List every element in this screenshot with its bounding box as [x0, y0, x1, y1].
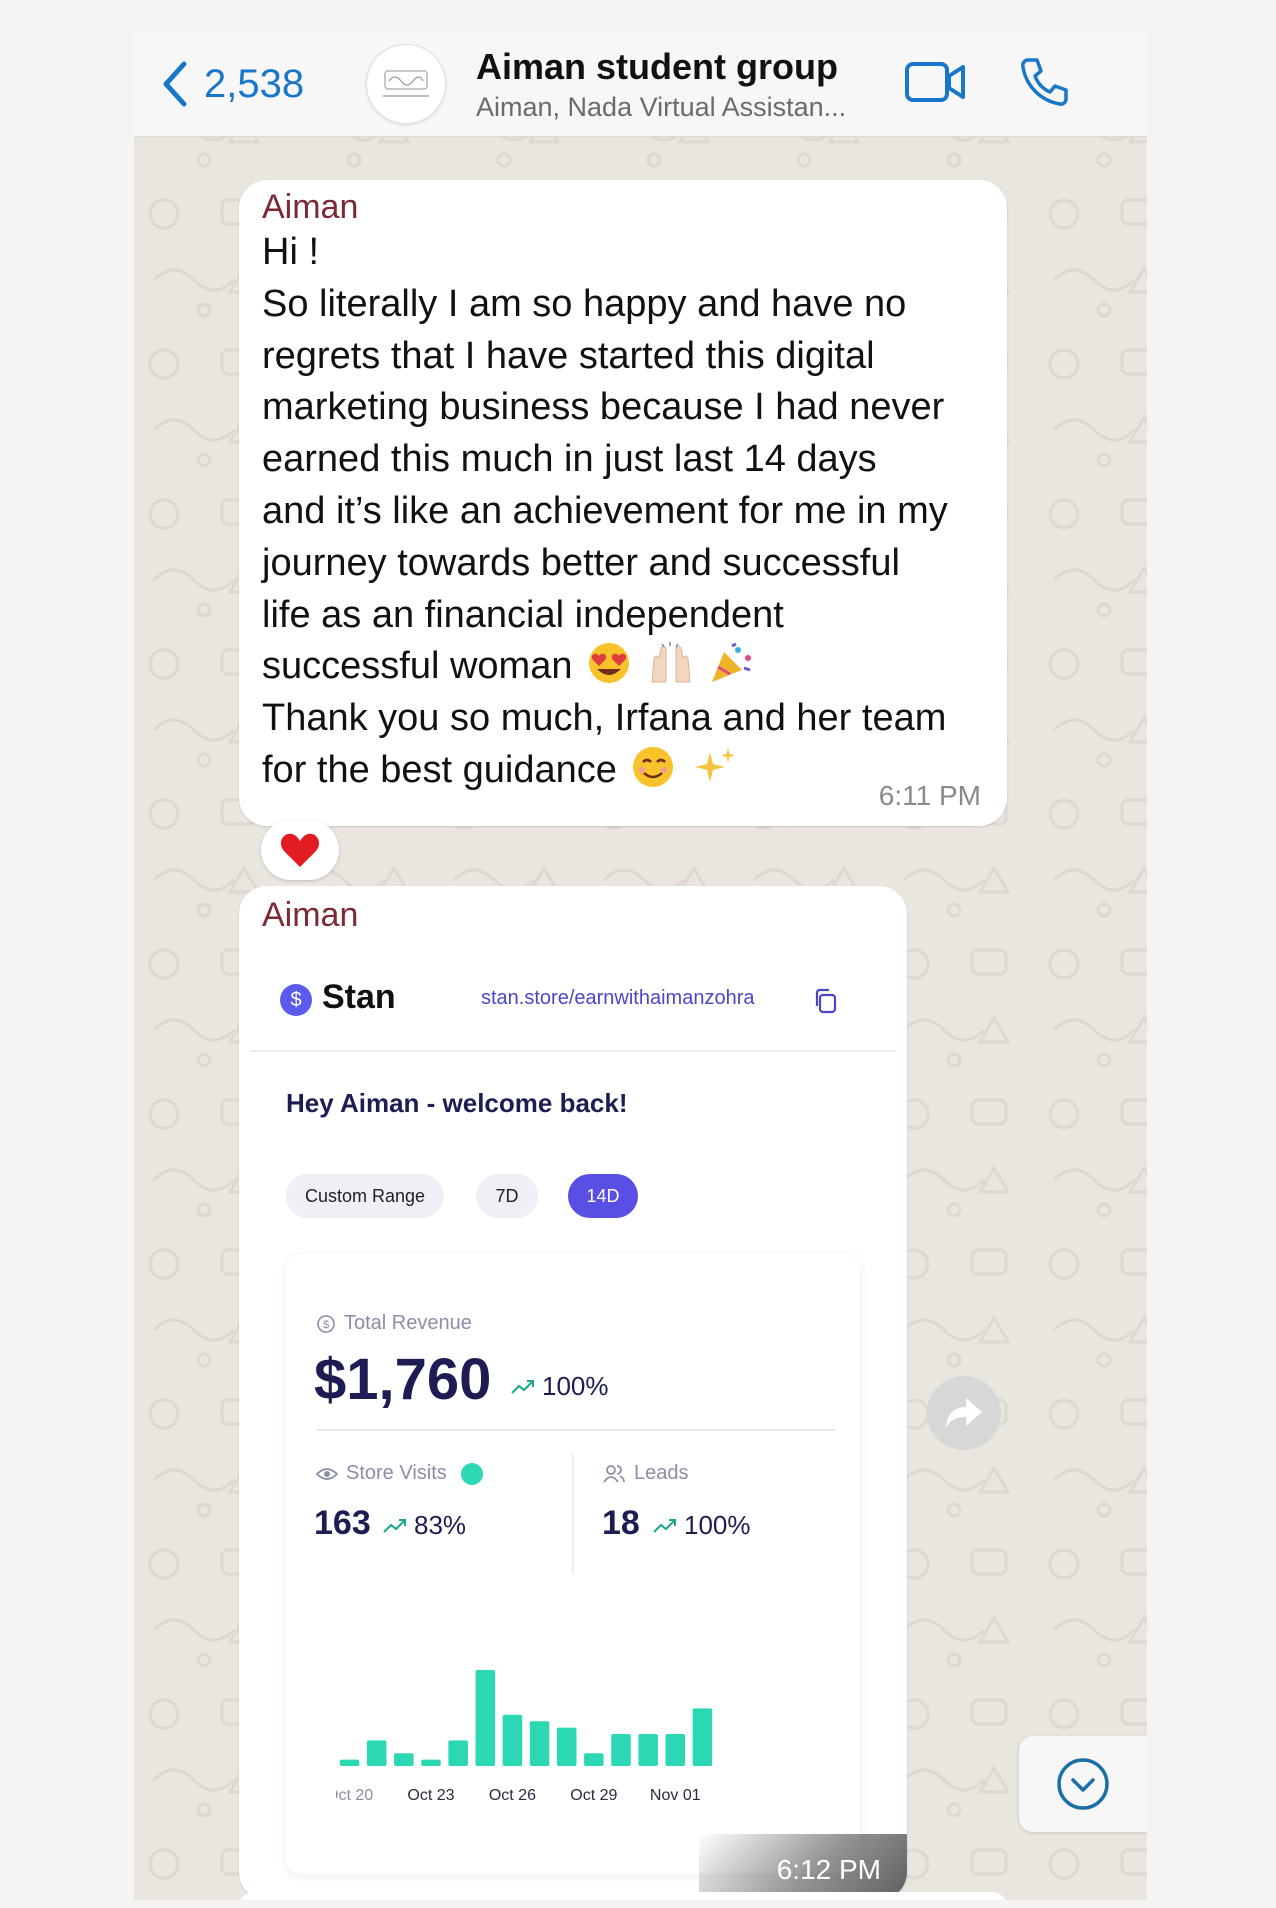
message-bubble[interactable]: Aiman Hi ! So literally I am so happy an… [239, 180, 1007, 826]
revenue-bar-chart: Oct 20 Oct 23 Oct 26 Oct 29 Nov 01 [336, 1670, 713, 1804]
stats-divider [316, 1429, 836, 1431]
message-line-with-emoji: successful woman [262, 641, 1002, 693]
welcome-text: Hey Aiman - welcome back! [286, 1088, 628, 1118]
phone-call-icon[interactable] [1018, 56, 1070, 108]
message-line: for the best guidance [262, 748, 617, 791]
store-visits-label: Store Visits [346, 1462, 447, 1484]
group-avatar[interactable] [366, 44, 446, 124]
heart-eyes-emoji-icon [589, 643, 630, 684]
group-logo [383, 70, 429, 97]
chevron-down-circle-icon [1057, 1758, 1109, 1810]
chart-bar-oct-30 [611, 1734, 631, 1766]
message-line: Hi ! [262, 231, 319, 273]
message-line: life as an financial independent [262, 593, 784, 636]
chevron-left-icon [163, 61, 187, 107]
trend-up-icon [511, 1379, 534, 1394]
raising-hands-emoji-icon [651, 642, 691, 683]
dollar-circle-icon: $ [317, 1314, 335, 1333]
message-time: 6:11 PM [878, 780, 981, 811]
message-line: marketing business because I had never [262, 386, 945, 429]
chart-bar-oct-23 [421, 1759, 441, 1766]
chart-bar-nov-02 [692, 1708, 713, 1766]
message-line: journey towards better and successful [262, 541, 900, 584]
heart-icon [280, 833, 320, 867]
total-revenue-label: Total Revenue [344, 1312, 472, 1334]
live-dot [460, 1462, 483, 1485]
group-name[interactable]: Aiman student group [476, 46, 838, 88]
next-message-bubble[interactable] [239, 1892, 1007, 1900]
reaction-badge[interactable] [261, 820, 339, 880]
range-chip-14d: 14D [568, 1174, 638, 1218]
chart-bar-oct-28 [556, 1727, 577, 1766]
total-revenue-change: 100% [510, 1371, 609, 1402]
leads-label: Leads [634, 1462, 689, 1484]
trend-up-icon [653, 1518, 676, 1533]
image-message-bubble[interactable]: Aiman $ Stan stan.store/earnwithaimanzoh… [239, 886, 907, 1900]
message-line: successful woman [262, 645, 573, 688]
party-popper-emoji-icon [712, 643, 752, 683]
chart-bar-oct-29 [584, 1753, 604, 1766]
store-visits-label-row: Store Visits [316, 1462, 483, 1485]
forward-button[interactable] [927, 1376, 1001, 1450]
unread-count: 2,538 [204, 61, 305, 106]
chart-bar-oct-31 [638, 1734, 658, 1766]
chart-x-tick-label: Nov 01 [650, 1787, 701, 1804]
total-revenue-change-value: 100% [542, 1371, 609, 1401]
image-timestamp-overlay: 6:12 PM [699, 1834, 907, 1900]
users-icon [603, 1464, 625, 1483]
message-line: and it’s like an achievement for me in m… [262, 489, 948, 532]
total-revenue-value: $1,760 [314, 1347, 492, 1412]
chart-bar-oct-25 [475, 1670, 496, 1766]
leads-value: 18 [602, 1504, 640, 1542]
chart-x-tick-label: Oct 29 [570, 1787, 617, 1804]
chart-bar-nov-01 [665, 1734, 686, 1766]
copy-icon [815, 988, 837, 1014]
chart-bar-oct-27 [529, 1721, 550, 1766]
store-url: stan.store/earnwithaimanzohra [481, 987, 755, 1009]
chart-x-tick-label: Oct 23 [407, 1787, 454, 1804]
message-line: Thank you so much, Irfana and her team [262, 697, 947, 740]
message-time: 6:12 PM [776, 1854, 881, 1885]
chat-screen: 2,538 Aiman student group Aiman, Nada Vi… [134, 30, 1147, 1900]
stan-logo-icon: $ [280, 984, 312, 1016]
store-visits-value: 163 [314, 1504, 371, 1542]
message-sender: Aiman [262, 188, 359, 226]
chat-header: 2,538 Aiman student group Aiman, Nada Vi… [134, 30, 1147, 137]
leads-label-row: Leads [602, 1462, 689, 1485]
chart-x-tick-label: Oct 26 [489, 1787, 536, 1804]
store-visits-change-value: 83% [414, 1510, 467, 1540]
message-line: regrets that I have started this digital [262, 334, 875, 377]
range-chip-7d: 7D [476, 1174, 538, 1218]
back-button[interactable]: 2,538 [160, 60, 304, 108]
smiling-face-emoji-icon [633, 746, 674, 787]
eye-icon [316, 1467, 338, 1480]
card-divider [250, 1050, 896, 1052]
stats-vertical-divider [572, 1454, 574, 1574]
store-visits-change: 83% [382, 1510, 466, 1541]
chart-bar-oct-26 [502, 1714, 523, 1766]
chart-bar-oct-24 [448, 1740, 468, 1766]
sparkles-emoji-icon [695, 747, 736, 782]
message-sender: Aiman [262, 896, 359, 934]
total-revenue-label-row: $ Total Revenue [316, 1312, 472, 1335]
chart-x-tick-label: Oct 20 [336, 1787, 373, 1804]
chart-bar-oct-22 [394, 1753, 414, 1766]
trend-up-icon [383, 1518, 406, 1533]
leads-change-value: 100% [684, 1510, 751, 1540]
stan-dashboard-screenshot[interactable]: $ Stan stan.store/earnwithaimanzohra Hey… [250, 954, 896, 1884]
scroll-to-bottom-button[interactable] [1019, 1736, 1147, 1832]
forward-arrow-icon [946, 1398, 982, 1428]
message-line: So literally I am so happy and have no [262, 282, 907, 325]
svg-text:$: $ [323, 1319, 329, 1331]
leads-change: 100% [652, 1510, 751, 1541]
chart-bar-oct-20 [339, 1759, 360, 1766]
range-chip-custom: Custom Range [286, 1174, 444, 1218]
message-line: earned this much in just last 14 days [262, 438, 877, 481]
group-members[interactable]: Aiman, Nada Virtual Assistan... [476, 92, 846, 123]
chart-bar-oct-21 [366, 1740, 387, 1766]
message-text: Hi ! So literally I am so happy and have… [262, 227, 1002, 797]
stan-brand: Stan [322, 978, 396, 1016]
video-call-icon[interactable] [904, 60, 966, 104]
stats-panel: $ Total Revenue $1,760 100% Store Visits… [286, 1254, 860, 1874]
